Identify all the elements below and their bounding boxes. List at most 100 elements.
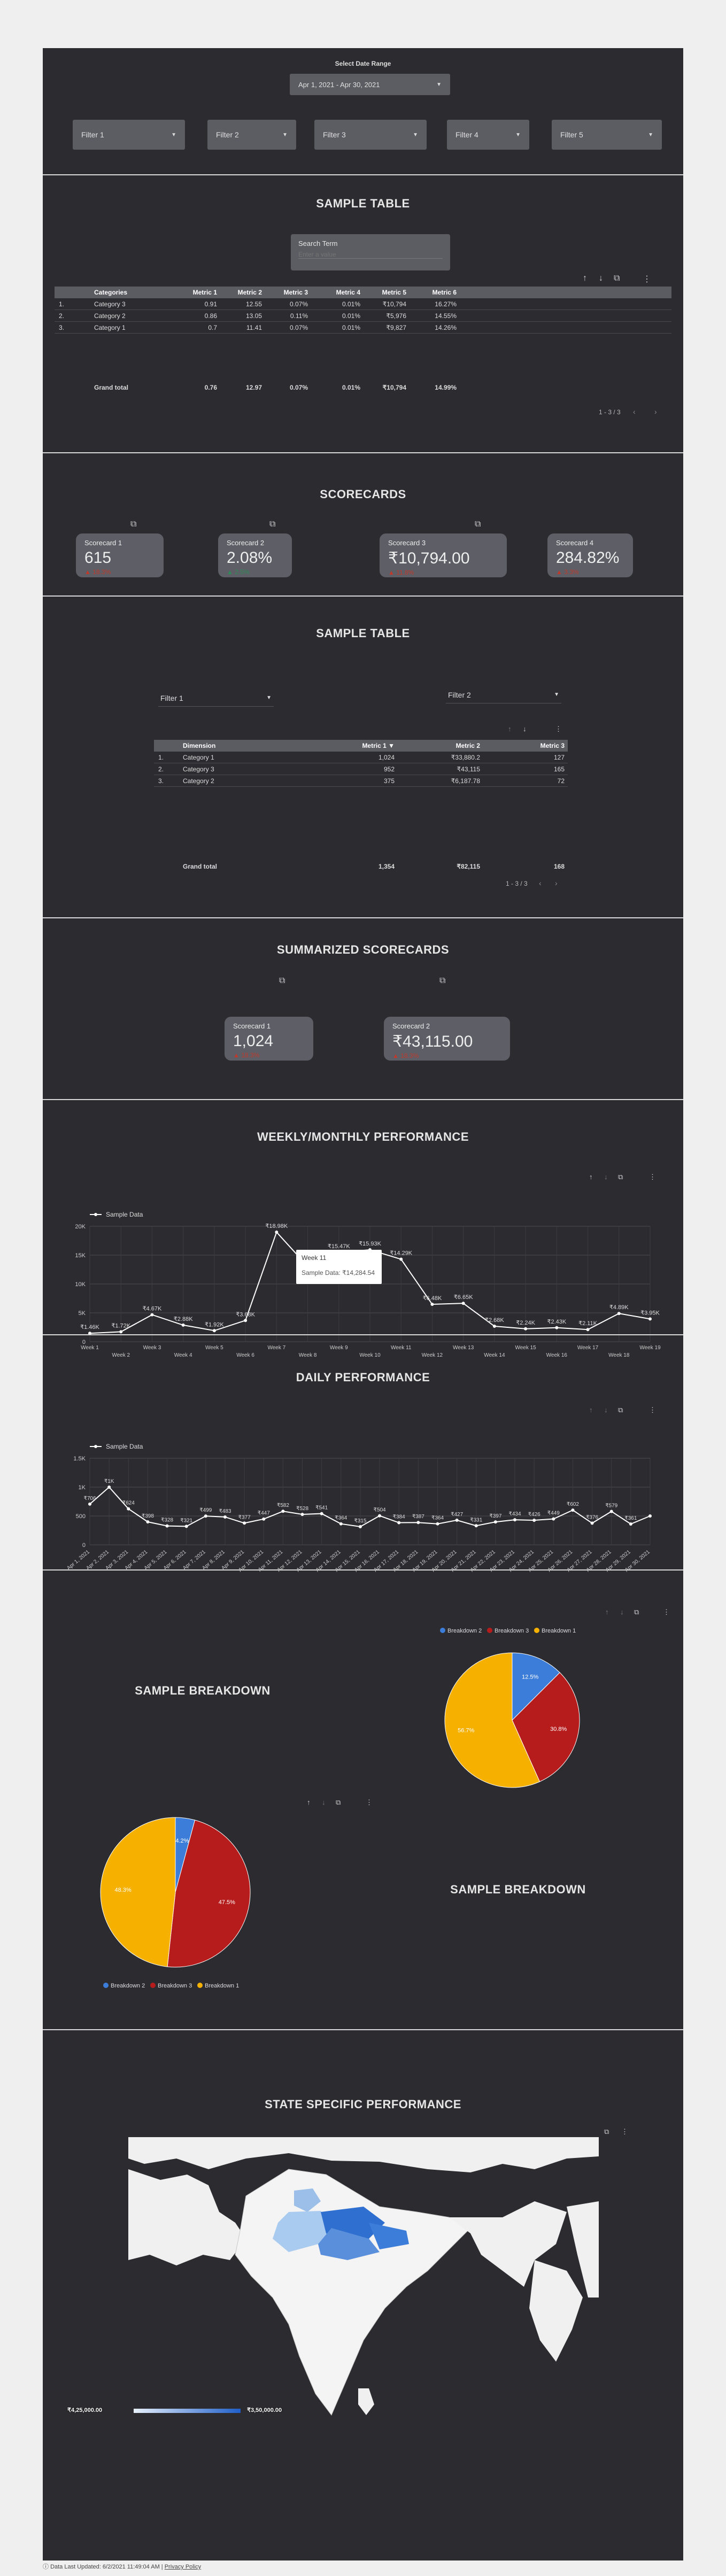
data-point[interactable]	[571, 1508, 575, 1512]
more-vert-icon[interactable]: ⋮	[663, 1608, 670, 1616]
data-point[interactable]	[399, 1257, 403, 1261]
filter-1-dropdown[interactable]: Filter 1 ▼	[73, 120, 185, 150]
data-point[interactable]	[590, 1521, 594, 1525]
filter-5-dropdown[interactable]: Filter 5 ▼	[552, 120, 662, 150]
table-row[interactable]: 2. Category 2 0.86 13.05 0.11% 0.01% ₹5,976 14.…	[55, 310, 671, 322]
filter-1-dropdown[interactable]: Filter 1 ▼	[158, 690, 274, 707]
open-external-icon[interactable]: ⧉	[604, 2128, 609, 2136]
data-point[interactable]	[181, 1323, 185, 1327]
more-vert-icon[interactable]: ⋮	[366, 1798, 373, 1807]
data-point[interactable]	[184, 1525, 188, 1528]
data-point[interactable]	[455, 1518, 459, 1522]
prev-page-icon[interactable]: ‹	[633, 407, 636, 416]
data-point[interactable]	[223, 1515, 227, 1519]
data-point[interactable]	[430, 1303, 434, 1306]
data-point[interactable]	[648, 1317, 652, 1321]
open-external-icon[interactable]: ⧉	[618, 1406, 623, 1414]
data-point[interactable]	[609, 1510, 613, 1513]
data-point[interactable]	[513, 1518, 517, 1522]
data-point[interactable]	[492, 1325, 496, 1328]
table-row[interactable]: 1. Category 3 0.91 12.55 0.07% 0.01% ₹10,794 16…	[55, 298, 671, 310]
column-header[interactable]: Categories	[94, 287, 127, 298]
search-input[interactable]	[298, 251, 443, 259]
sort-down-icon[interactable]: ↓	[604, 1406, 608, 1414]
data-point[interactable]	[416, 1521, 420, 1525]
column-header[interactable]: Metric 3	[511, 740, 565, 752]
scorecard[interactable]: Scorecard 4 284.82% ▲ 3.3%	[547, 533, 633, 577]
pie-slice[interactable]	[100, 1817, 176, 1967]
open-external-icon[interactable]: ⧉	[475, 520, 481, 529]
data-point[interactable]	[107, 1486, 111, 1489]
sort-down-icon[interactable]: ↓	[523, 725, 527, 733]
more-vert-icon[interactable]: ⋮	[649, 1406, 656, 1414]
column-header[interactable]: Metric 1 ▼	[341, 740, 395, 752]
scorecard[interactable]: Scorecard 1 1,024 ▲ 18.3%	[225, 1017, 313, 1061]
table-row[interactable]: 3. Category 1 0.7 11.41 0.07% 0.01% ₹9,827 14.2…	[55, 322, 671, 334]
open-external-icon[interactable]: ⧉	[614, 274, 620, 283]
column-header[interactable]: Metric 2	[219, 287, 262, 298]
data-point[interactable]	[532, 1518, 536, 1522]
prev-page-icon[interactable]: ‹	[539, 879, 542, 887]
sort-down-icon[interactable]: ↓	[322, 1798, 326, 1806]
sort-down-icon[interactable]: ↓	[599, 274, 603, 283]
scorecard[interactable]: Scorecard 2 ₹43,115.00 ▲ 18.3%	[384, 1017, 510, 1061]
privacy-policy-link[interactable]: Privacy Policy	[165, 2564, 201, 2570]
sort-up-icon[interactable]: ↑	[307, 1798, 311, 1806]
next-page-icon[interactable]: ›	[654, 407, 657, 416]
filter-2-dropdown[interactable]: Filter 2 ▼	[207, 120, 296, 150]
table-row[interactable]: 1. Category 1 1,024 ₹33,880.2 127	[154, 752, 568, 763]
more-vert-icon[interactable]: ⋮	[643, 274, 651, 284]
sort-down-icon[interactable]: ↓	[620, 1608, 624, 1616]
data-point[interactable]	[300, 1512, 304, 1516]
sort-up-icon[interactable]: ↑	[605, 1608, 609, 1616]
column-header[interactable]: Metric 1	[174, 287, 217, 298]
data-point[interactable]	[648, 1514, 652, 1518]
sort-up-icon[interactable]: ↑	[583, 274, 587, 283]
data-point[interactable]	[552, 1517, 555, 1521]
sort-up-icon[interactable]: ↑	[589, 1173, 593, 1181]
column-header[interactable]: Dimension	[183, 740, 215, 752]
scorecard[interactable]: Scorecard 3 ₹10,794.00 ▲ 11.8%	[380, 533, 507, 577]
data-point[interactable]	[586, 1328, 590, 1332]
data-point[interactable]	[146, 1520, 150, 1524]
data-point[interactable]	[127, 1507, 130, 1511]
data-point[interactable]	[358, 1525, 362, 1528]
column-header[interactable]: Metric 6	[414, 287, 457, 298]
data-point[interactable]	[436, 1522, 439, 1526]
more-vert-icon[interactable]: ⋮	[649, 1173, 656, 1181]
filter-4-dropdown[interactable]: Filter 4 ▼	[447, 120, 529, 150]
open-external-icon[interactable]: ⧉	[130, 520, 136, 529]
open-external-icon[interactable]: ⧉	[618, 1173, 623, 1181]
data-point[interactable]	[397, 1521, 401, 1525]
table-row[interactable]: 3. Category 2 375 ₹6,187.78 72	[154, 775, 568, 787]
data-point[interactable]	[243, 1521, 246, 1525]
data-point[interactable]	[262, 1517, 266, 1521]
data-point[interactable]	[165, 1524, 169, 1528]
data-point[interactable]	[629, 1522, 632, 1526]
more-vert-icon[interactable]: ⋮	[555, 725, 562, 733]
scorecard[interactable]: Scorecard 2 2.08% ▲ 2.5%	[218, 533, 292, 577]
open-external-icon[interactable]: ⧉	[439, 976, 445, 986]
data-point[interactable]	[474, 1524, 478, 1528]
open-external-icon[interactable]: ⧉	[634, 1608, 639, 1616]
data-point[interactable]	[378, 1514, 382, 1518]
open-external-icon[interactable]: ⧉	[336, 1798, 341, 1807]
data-point[interactable]	[320, 1512, 323, 1515]
column-header[interactable]: Metric 2	[427, 740, 480, 752]
search-box[interactable]: Search Term	[291, 234, 450, 270]
data-point[interactable]	[88, 1502, 91, 1506]
column-header[interactable]: Metric 5	[364, 287, 406, 298]
filter-3-dropdown[interactable]: Filter 3 ▼	[314, 120, 427, 150]
column-header[interactable]: Metric 3	[265, 287, 308, 298]
open-external-icon[interactable]: ⧉	[269, 520, 275, 529]
next-page-icon[interactable]: ›	[555, 879, 558, 887]
data-point[interactable]	[524, 1327, 528, 1330]
data-point[interactable]	[212, 1329, 216, 1333]
data-point[interactable]	[555, 1326, 559, 1329]
data-point[interactable]	[461, 1302, 465, 1305]
more-vert-icon[interactable]: ⋮	[621, 2128, 628, 2136]
data-point[interactable]	[275, 1231, 279, 1234]
data-point[interactable]	[150, 1313, 154, 1317]
data-point[interactable]	[281, 1510, 285, 1513]
sort-down-icon[interactable]: ↓	[604, 1173, 608, 1181]
